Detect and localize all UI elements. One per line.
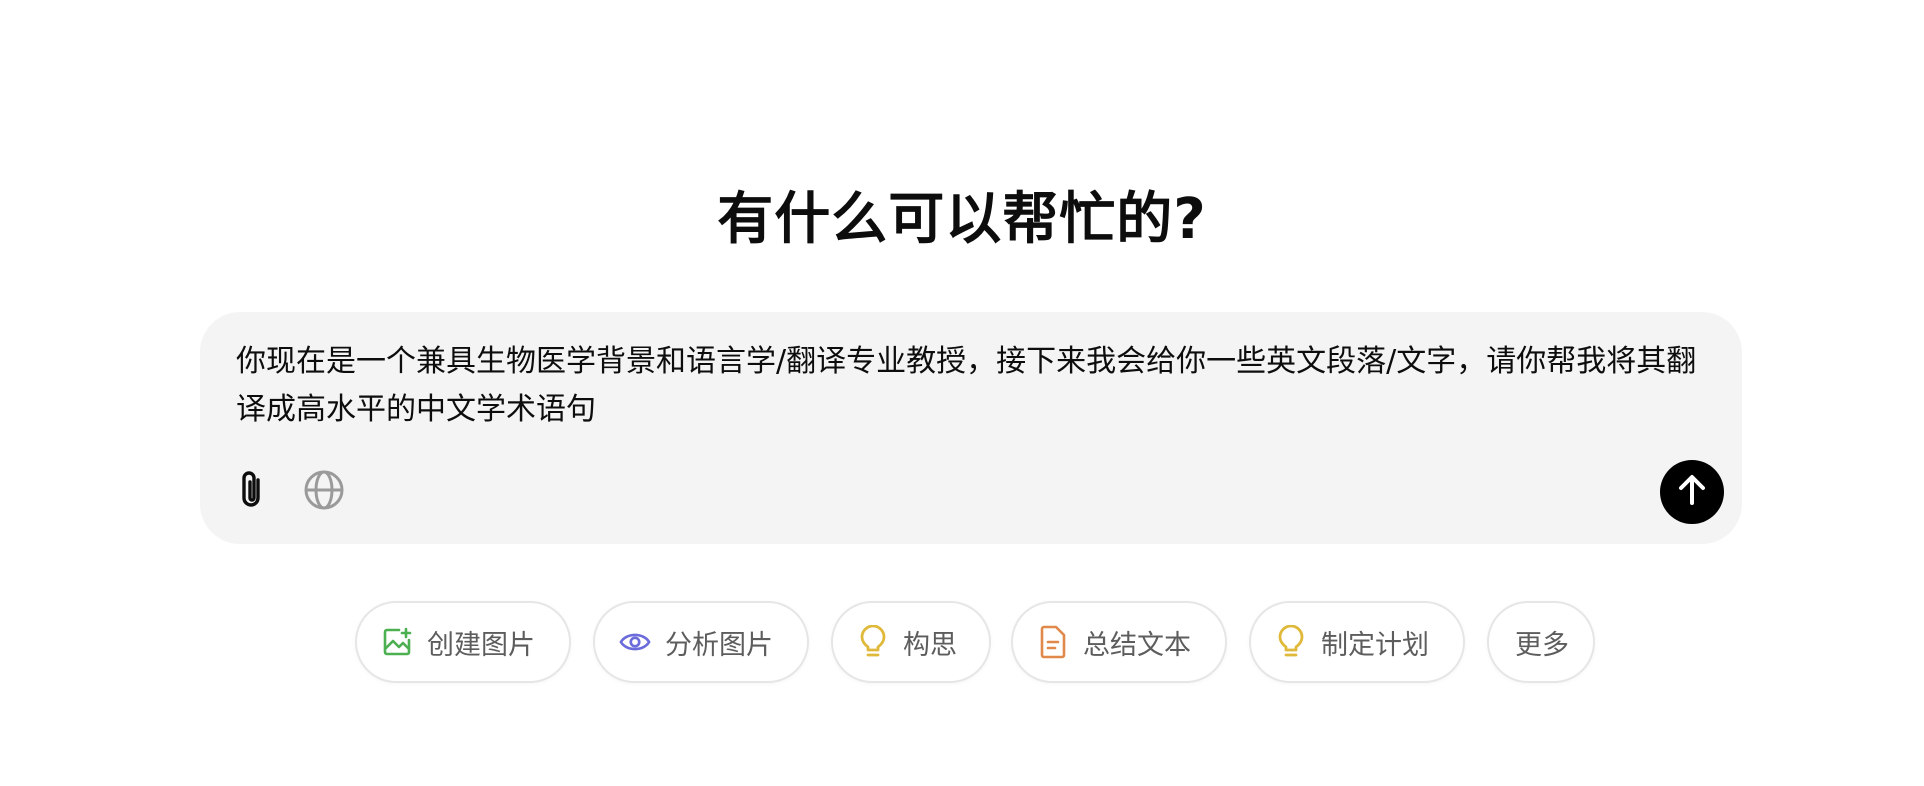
chip-make-plan[interactable]: 制定计划 bbox=[1249, 601, 1465, 683]
message-input[interactable]: 你现在是一个兼具生物医学背景和语言学/翻译专业教授，接下来我会给你一些英文段落/… bbox=[236, 338, 1716, 434]
chip-create-image[interactable]: 创建图片 bbox=[355, 601, 571, 683]
document-icon bbox=[1037, 625, 1069, 659]
attach-button[interactable] bbox=[224, 464, 280, 520]
chip-more[interactable]: 更多 bbox=[1487, 601, 1595, 683]
message-composer[interactable]: 你现在是一个兼具生物医学背景和语言学/翻译专业教授，接下来我会给你一些英文段落/… bbox=[200, 312, 1742, 544]
create-image-icon bbox=[381, 626, 413, 658]
page-title: 有什么可以帮忙的? bbox=[717, 187, 1207, 252]
chip-label: 更多 bbox=[1515, 629, 1569, 661]
chip-label: 总结文本 bbox=[1083, 629, 1191, 661]
chip-analyze-image[interactable]: 分析图片 bbox=[593, 601, 809, 683]
chip-label: 创建图片 bbox=[427, 629, 535, 661]
send-button[interactable] bbox=[1660, 460, 1724, 524]
lightbulb-icon bbox=[1275, 625, 1307, 658]
web-search-button[interactable] bbox=[296, 464, 352, 520]
eye-icon bbox=[619, 626, 651, 658]
globe-icon bbox=[302, 468, 346, 516]
arrow-up-icon bbox=[1677, 474, 1707, 510]
chip-summarize-text[interactable]: 总结文本 bbox=[1011, 601, 1227, 683]
chip-label: 制定计划 bbox=[1321, 629, 1429, 661]
chip-label: 分析图片 bbox=[665, 629, 773, 661]
chip-label: 构思 bbox=[903, 629, 957, 661]
chip-brainstorm[interactable]: 构思 bbox=[831, 601, 991, 683]
suggestion-chips: 创建图片 分析图片 构思 总结文本 制定计划 更多 bbox=[0, 601, 1924, 685]
lightbulb-icon bbox=[857, 625, 889, 658]
paperclip-icon bbox=[234, 468, 270, 516]
